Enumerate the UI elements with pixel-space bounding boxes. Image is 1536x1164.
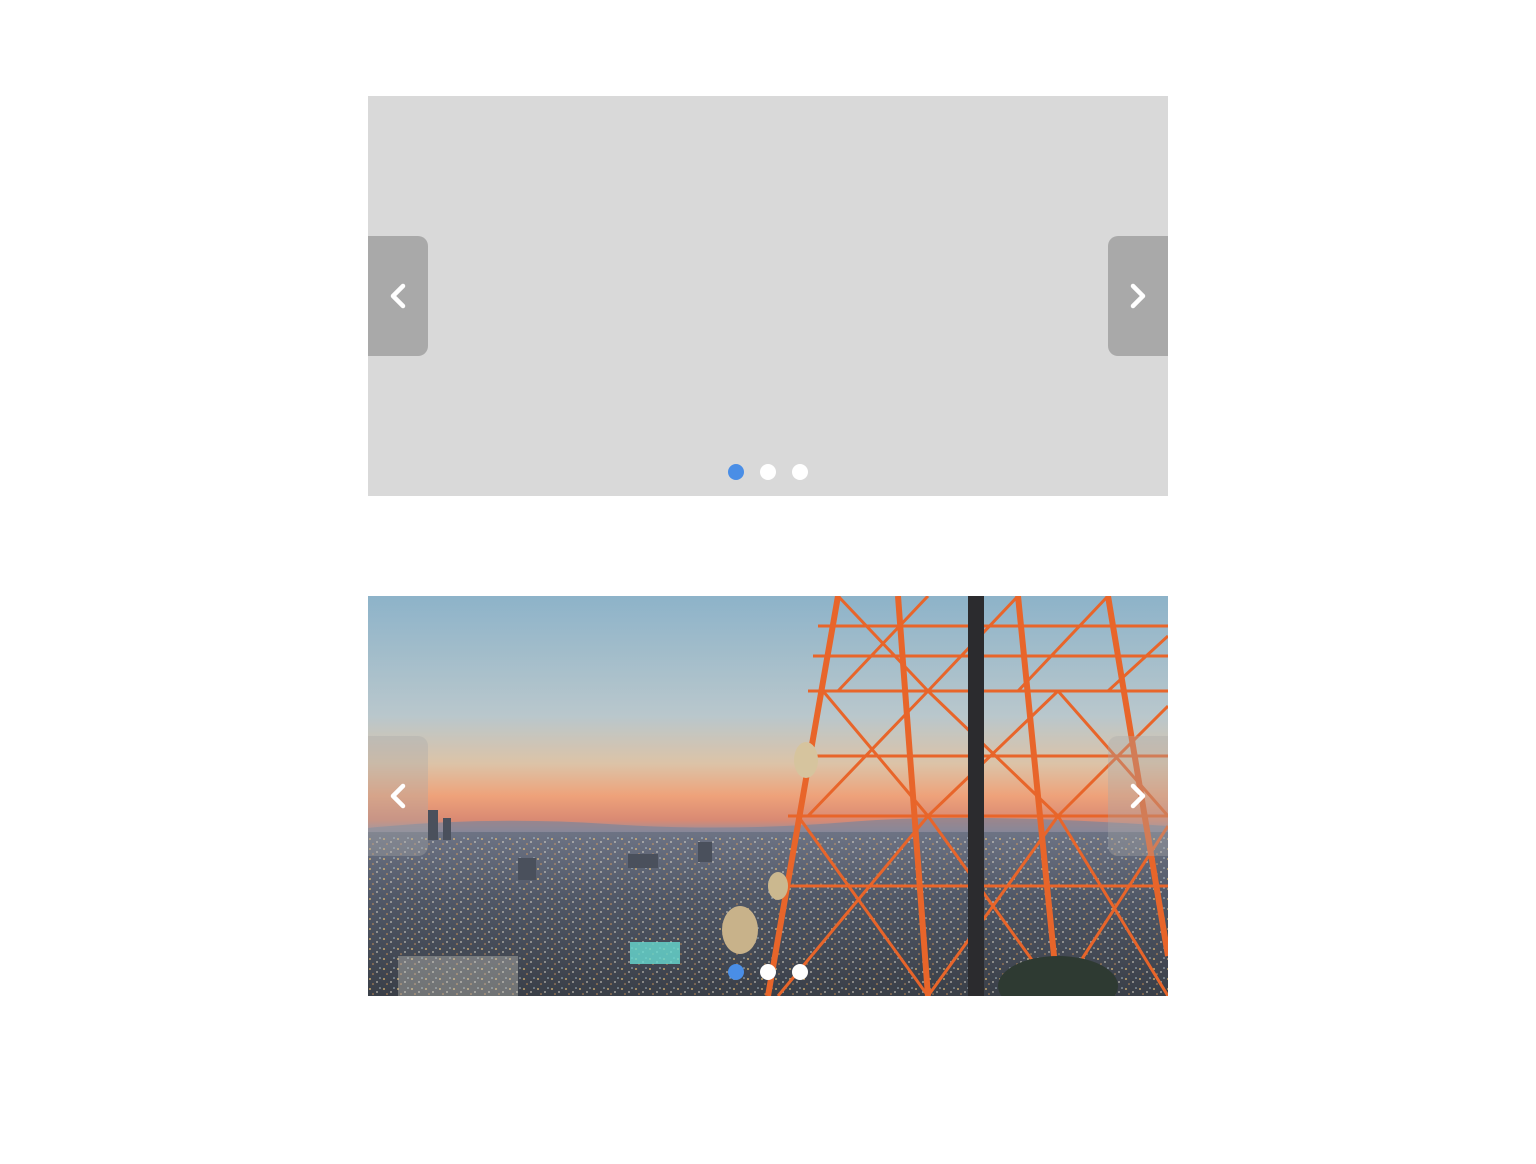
image-carousel-top	[368, 96, 1168, 496]
slide-indicators	[368, 964, 1168, 980]
slide-placeholder	[368, 96, 1168, 496]
slide-image	[368, 596, 1168, 996]
previous-slide-button[interactable]	[368, 236, 428, 356]
chevron-left-icon	[390, 783, 406, 809]
slide-dot-2[interactable]	[760, 464, 776, 480]
chevron-left-icon	[390, 283, 406, 309]
slide-indicators	[368, 464, 1168, 480]
next-slide-button[interactable]	[1108, 736, 1168, 856]
slide-dot-2[interactable]	[760, 964, 776, 980]
page	[0, 0, 1536, 1164]
slide-dot-1[interactable]	[728, 464, 744, 480]
image-carousel-bottom	[368, 596, 1168, 996]
chevron-right-icon	[1130, 783, 1146, 809]
slide-dot-3[interactable]	[792, 964, 808, 980]
next-slide-button[interactable]	[1108, 236, 1168, 356]
city-tower-photo	[368, 596, 1168, 996]
chevron-right-icon	[1130, 283, 1146, 309]
slide-dot-1[interactable]	[728, 964, 744, 980]
previous-slide-button[interactable]	[368, 736, 428, 856]
slide-dot-3[interactable]	[792, 464, 808, 480]
